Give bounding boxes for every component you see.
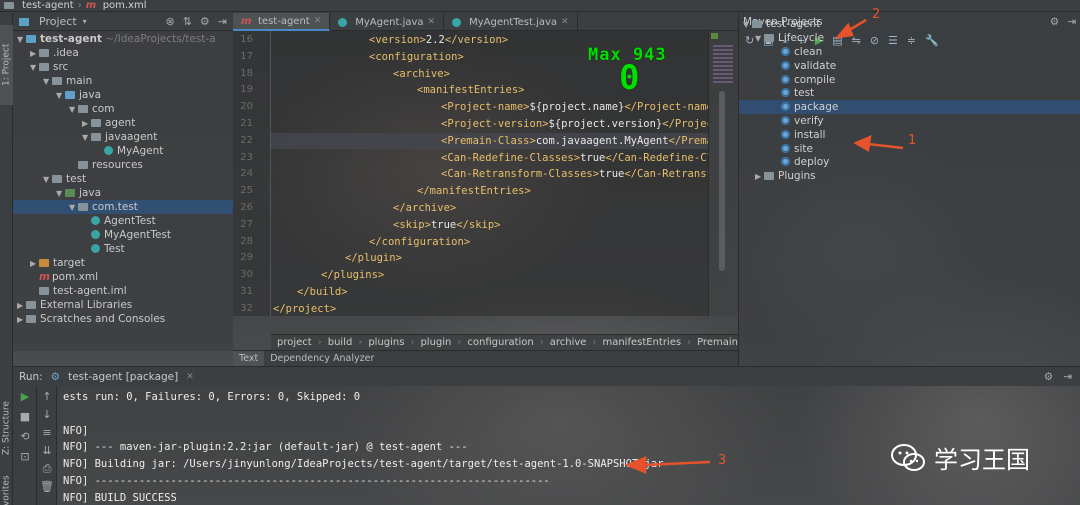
wechat-icon [891,443,925,471]
annotation-arrow-1-head [853,134,872,153]
annotation-arrow-3-head [624,456,647,474]
annotation-label-2: 2 [872,7,881,22]
watermark-text: 学习王国 [934,446,1030,474]
wechat-watermark: 学习王国 [890,440,1030,475]
annotation-arrow-1 [867,142,904,150]
annotation-label-3: 3 [718,453,727,468]
annotation-arrows [624,18,904,474]
annotation-arrow-3 [643,460,711,467]
annotation-label-1: 1 [908,133,917,148]
annotation-arrow-2-head [834,22,854,39]
